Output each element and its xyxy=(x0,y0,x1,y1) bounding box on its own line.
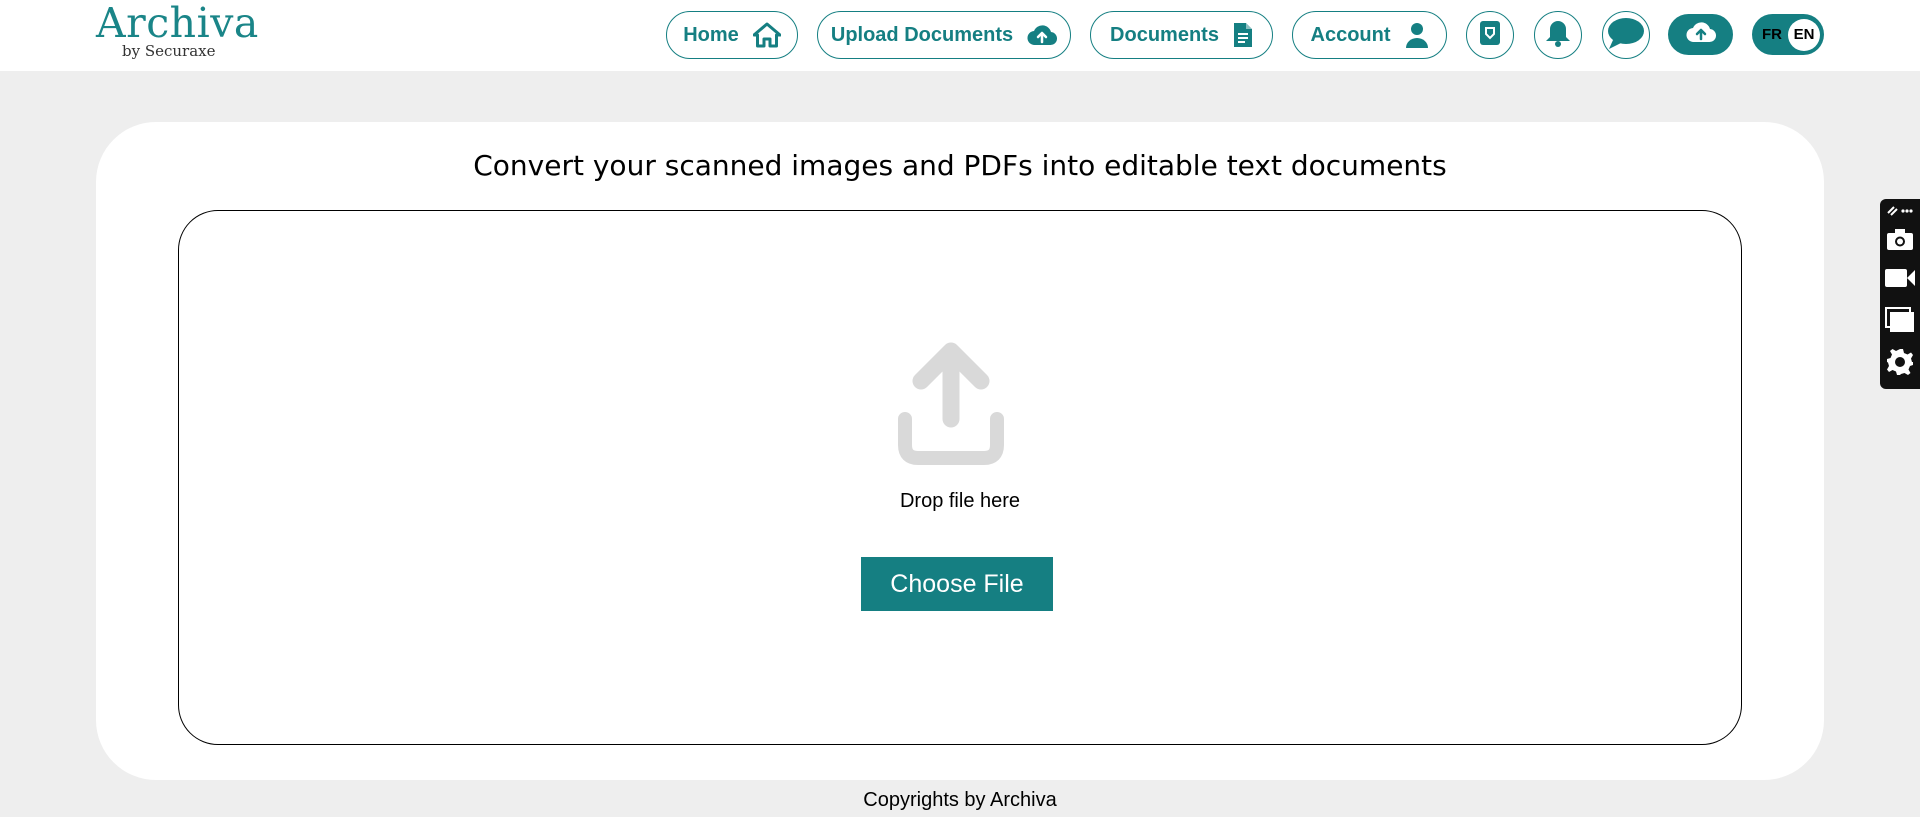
nav-home-button[interactable]: Home xyxy=(666,11,798,59)
choose-file-button[interactable]: Choose File xyxy=(861,557,1053,611)
footer-copyright: Copyrights by Archiva xyxy=(863,789,1057,811)
notifications-button[interactable] xyxy=(1534,11,1582,59)
screen-capture-toolbar xyxy=(1880,199,1920,389)
gear-icon[interactable] xyxy=(1880,347,1920,377)
page-title: Convert your scanned images and PDFs int… xyxy=(473,149,1447,182)
user-icon xyxy=(1405,22,1429,48)
shield-icon xyxy=(1479,20,1501,51)
nav-account-button[interactable]: Account xyxy=(1292,11,1447,59)
chat-button[interactable] xyxy=(1602,11,1650,59)
chat-icon xyxy=(1606,16,1646,55)
cloud-upload-icon xyxy=(1685,21,1716,48)
home-icon xyxy=(752,22,781,48)
nav-upload-label: Upload Documents xyxy=(830,23,1014,46)
language-toggle[interactable]: FR EN xyxy=(1752,14,1824,55)
document-icon xyxy=(1233,22,1253,48)
drop-file-text: Drop file here xyxy=(899,490,1021,512)
nav-home-label: Home xyxy=(683,23,739,46)
logo[interactable]: Archiva by Securaxe xyxy=(96,0,258,66)
camera-icon[interactable] xyxy=(1880,227,1920,251)
nav-upload-button[interactable]: Upload Documents xyxy=(817,11,1071,59)
converter-card: Convert your scanned images and PDFs int… xyxy=(96,122,1824,780)
nav-account-label: Account xyxy=(1310,23,1391,46)
cloud-upload-icon xyxy=(1027,24,1058,46)
video-icon[interactable] xyxy=(1880,267,1920,289)
language-fr-option[interactable]: FR xyxy=(1756,26,1788,43)
nav-documents-button[interactable]: Documents xyxy=(1090,11,1273,59)
upload-icon xyxy=(896,341,1006,467)
bell-icon xyxy=(1545,19,1571,52)
nav-documents-label: Documents xyxy=(1110,23,1219,46)
cloud-upload-button[interactable] xyxy=(1668,14,1733,55)
logo-brand: Archiva xyxy=(96,0,259,47)
window-icon[interactable] xyxy=(1880,307,1920,333)
toolbar-menu-icon[interactable] xyxy=(1880,205,1920,217)
file-dropzone[interactable]: Drop file here Choose File xyxy=(178,210,1742,745)
logo-subtitle: by Securaxe xyxy=(122,42,216,60)
top-navbar: Archiva by Securaxe Home Upload Document… xyxy=(0,0,1920,71)
shield-button[interactable] xyxy=(1466,11,1514,59)
language-en-option[interactable]: EN xyxy=(1788,18,1820,51)
